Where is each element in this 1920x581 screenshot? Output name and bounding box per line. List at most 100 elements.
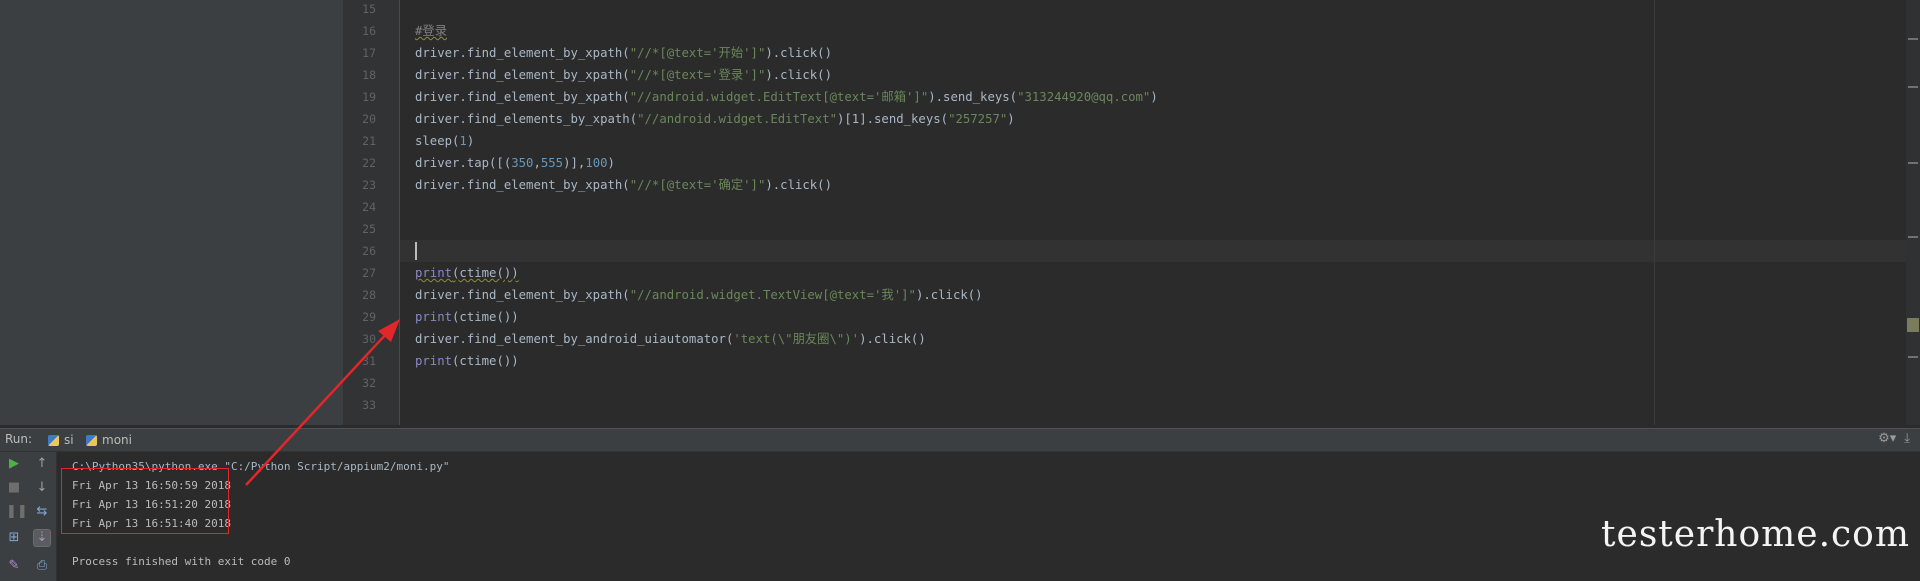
code-token: print	[415, 266, 453, 280]
pin-tab-icon[interactable]: ✎	[6, 558, 22, 574]
annotation-highlight-box	[61, 468, 229, 534]
code-token: (ctime())	[452, 310, 519, 324]
code-token: )	[1150, 90, 1158, 104]
watermark-text: testerhome.com	[1601, 514, 1910, 555]
python-file-icon	[86, 434, 97, 446]
code-line: print(ctime())	[415, 350, 519, 372]
python-file-icon	[48, 434, 59, 446]
run-tab-moni[interactable]: moni	[78, 430, 140, 450]
code-line: driver.find_element_by_xpath("//*[@text=…	[415, 64, 832, 86]
soft-wrap-icon[interactable]: ⇆	[34, 504, 50, 520]
run-tab-label: moni	[102, 433, 132, 447]
line-number: 26	[362, 244, 376, 258]
line-number: 21	[362, 134, 376, 148]
line-number: 25	[362, 222, 376, 236]
code-token: ).click()	[859, 332, 926, 346]
code-token: "//android.widget.EditText"	[637, 112, 837, 126]
project-panel	[0, 0, 344, 425]
right-margin-guide	[1654, 0, 1655, 425]
restore-layout-icon[interactable]: ⊞	[6, 530, 22, 546]
run-tab-si[interactable]: si	[40, 430, 82, 450]
scroll-up-arrow-icon[interactable]: ↑	[34, 456, 50, 472]
line-number: 22	[362, 156, 376, 170]
code-token: print	[415, 310, 453, 324]
code-token: "//*[@text='开始']"	[629, 46, 766, 60]
code-token: (ctime())	[452, 354, 519, 368]
rerun-play-icon[interactable]: ▶	[6, 456, 22, 472]
code-token: driver.find_element_by_xpath(	[415, 68, 630, 82]
line-number: 18	[362, 68, 376, 82]
console-exit-message: Process finished with exit code 0	[72, 555, 291, 568]
code-line: driver.find_element_by_android_uiautomat…	[415, 328, 926, 350]
code-line: print(ctime())	[415, 306, 519, 328]
run-tool-window-header: Run: si moni ⚙▾ ⤓	[0, 428, 1920, 452]
line-number: 31	[362, 354, 376, 368]
code-token: #登录	[415, 24, 447, 38]
hide-panel-icon[interactable]: ⤓	[1904, 431, 1910, 446]
line-number: 20	[362, 112, 376, 126]
code-token: "//*[@text='确定']"	[629, 178, 766, 192]
code-token: )	[607, 156, 615, 170]
stop-icon[interactable]: ■	[6, 480, 22, 496]
line-number: 17	[362, 46, 376, 60]
current-line-highlight	[400, 240, 1920, 262]
line-number: 15	[362, 2, 376, 16]
code-token: driver.find_element_by_android_uiautomat…	[415, 332, 734, 346]
code-token: driver.find_element_by_xpath(	[415, 288, 630, 302]
code-token: 1	[459, 134, 467, 148]
run-toolbar: ▶ ↑ ■ ↓ ❚❚ ⇆ ⊞ ⇣ ✎ ⎙	[0, 452, 57, 581]
line-number: 29	[362, 310, 376, 324]
print-icon[interactable]: ⎙	[34, 558, 50, 574]
line-number: 33	[362, 398, 376, 412]
text-caret	[415, 242, 417, 260]
code-token: ).click()	[765, 68, 832, 82]
run-tab-label: si	[64, 433, 74, 447]
scroll-down-arrow-icon[interactable]: ↓	[34, 480, 50, 496]
line-number: 27	[362, 266, 376, 280]
code-token: ).click()	[915, 288, 983, 302]
settings-gear-icon[interactable]: ⚙▾	[1878, 431, 1896, 446]
code-token: )[1].send_keys(	[837, 112, 949, 126]
code-editor[interactable]: #登录 driver.find_element_by_xpath("//*[@te…	[400, 0, 1920, 425]
code-token: ).click()	[765, 178, 832, 192]
code-line: sleep(1)	[415, 130, 474, 152]
code-token: driver.find_element_by_xpath(	[415, 90, 630, 104]
code-token: )	[1007, 112, 1015, 126]
line-number: 28	[362, 288, 376, 302]
line-number: 16	[362, 24, 376, 38]
line-number: 32	[362, 376, 376, 390]
code-token: 100	[585, 156, 608, 170]
code-line: #登录	[415, 20, 447, 42]
line-number: 23	[362, 178, 376, 192]
scroll-to-end-icon[interactable]: ⇣	[33, 529, 51, 547]
line-number: 24	[362, 200, 376, 214]
code-line: driver.find_element_by_xpath("//*[@text=…	[415, 174, 832, 196]
code-line: driver.find_elements_by_xpath("//android…	[415, 108, 1015, 130]
run-label: Run:	[5, 432, 33, 446]
code-token: ,	[533, 156, 541, 170]
code-token: )],	[563, 156, 586, 170]
code-token: ).click()	[765, 46, 832, 60]
pause-icon[interactable]: ❚❚	[6, 504, 28, 520]
code-token: 'text(\"朋友圈\")'	[733, 332, 860, 346]
code-token: "//android.widget.EditText[@text='邮箱']"	[629, 90, 929, 104]
code-token: (ctime())	[452, 266, 519, 280]
code-token: "313244920@qq.com"	[1017, 90, 1151, 104]
line-number: 30	[362, 332, 376, 346]
line-number: 19	[362, 90, 376, 104]
code-token: driver.find_element_by_xpath(	[415, 178, 630, 192]
code-token: "257257"	[948, 112, 1008, 126]
code-token: 555	[540, 156, 564, 170]
code-line: driver.find_element_by_xpath("//*[@text=…	[415, 42, 832, 64]
line-number-gutter: 15 16 17 18 19 20 21 22 23 24 25 26 27 28 29 30 31 32 33	[344, 0, 400, 425]
code-token: print	[415, 354, 453, 368]
code-token: driver.tap([(	[415, 156, 512, 170]
code-token: driver.find_element_by_xpath(	[415, 46, 630, 60]
code-token: 350	[511, 156, 534, 170]
error-stripe-scrollbar[interactable]	[1906, 0, 1920, 425]
code-line: driver.tap([(350,555)],100)	[415, 152, 615, 174]
code-token: )	[466, 134, 475, 148]
code-line: print(ctime())	[415, 262, 519, 284]
code-token: "//*[@text='登录']"	[629, 68, 766, 82]
code-token: sleep(	[415, 134, 460, 148]
